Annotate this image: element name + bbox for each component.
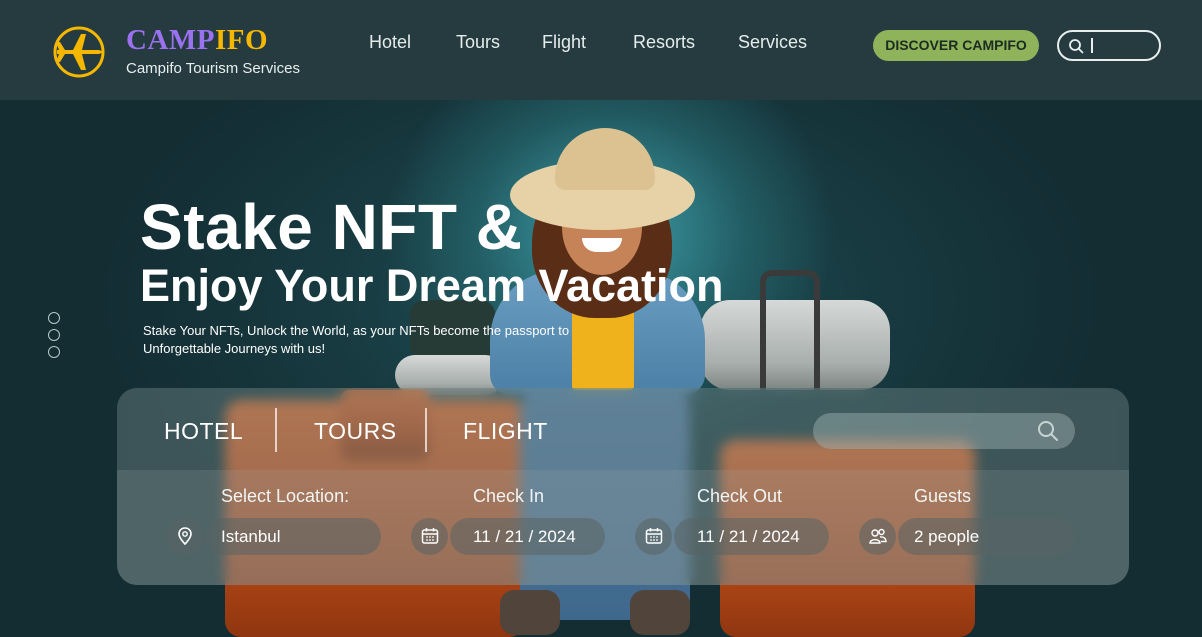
slider-dot-1[interactable] bbox=[48, 312, 60, 324]
hero-description: Stake Your NFTs, Unlock the World, as yo… bbox=[143, 323, 570, 356]
nav-tours[interactable]: Tours bbox=[456, 32, 500, 53]
hero-title: Stake NFT & bbox=[140, 191, 523, 263]
search-icon bbox=[1068, 38, 1084, 54]
check-in-field[interactable]: 11 / 21 / 2024 bbox=[450, 518, 605, 555]
booking-search-input[interactable] bbox=[813, 413, 1075, 449]
tab-tours[interactable]: TOURS bbox=[314, 418, 397, 445]
guests-label: Guests bbox=[914, 486, 972, 506]
slider-dot-3[interactable] bbox=[48, 346, 60, 358]
site-header: CAMPIFO Campifo Tourism Services Hotel T… bbox=[0, 0, 1202, 100]
brand-logo[interactable]: CAMPIFO bbox=[126, 24, 268, 57]
check-out-label: Check Out bbox=[697, 486, 783, 506]
hero-subtitle: Enjoy Your Dream Vacation bbox=[140, 260, 724, 311]
airplane-icon[interactable] bbox=[51, 26, 107, 78]
location-field[interactable]: Istanbul bbox=[205, 518, 381, 555]
brand-tagline: Campifo Tourism Services bbox=[126, 60, 300, 77]
calendar-icon bbox=[411, 518, 448, 555]
check-in-label: Check In bbox=[473, 486, 545, 506]
search-icon[interactable] bbox=[1037, 420, 1059, 442]
brand-name-part2: IFO bbox=[214, 24, 269, 56]
header-search-input[interactable] bbox=[1057, 30, 1161, 61]
suitcase-handle bbox=[760, 270, 820, 390]
text-caret bbox=[1091, 38, 1093, 53]
location-label: Select Location: bbox=[221, 486, 350, 506]
calendar-icon bbox=[635, 518, 672, 555]
nav-services[interactable]: Services bbox=[738, 32, 807, 53]
brand-name-part1: CAMP bbox=[126, 24, 215, 56]
nav-hotel[interactable]: Hotel bbox=[369, 32, 411, 53]
check-out-field[interactable]: 11 / 21 / 2024 bbox=[674, 518, 829, 555]
tab-flight[interactable]: FLIGHT bbox=[463, 418, 548, 445]
discover-campifo-button[interactable]: DISCOVER CAMPIFO bbox=[873, 30, 1039, 61]
booking-panel: HOTEL TOURS FLIGHT Select Location: Ista… bbox=[117, 388, 1129, 585]
tab-divider bbox=[275, 408, 277, 452]
tab-divider bbox=[425, 408, 427, 452]
tab-hotel[interactable]: HOTEL bbox=[164, 418, 243, 445]
people-icon bbox=[859, 518, 896, 555]
location-pin-icon bbox=[166, 518, 203, 555]
nav-resorts[interactable]: Resorts bbox=[633, 32, 695, 53]
slider-dots bbox=[48, 312, 60, 363]
nav-flight[interactable]: Flight bbox=[542, 32, 586, 53]
guests-field[interactable]: 2 people bbox=[898, 518, 1075, 555]
slider-dot-2[interactable] bbox=[48, 329, 60, 341]
